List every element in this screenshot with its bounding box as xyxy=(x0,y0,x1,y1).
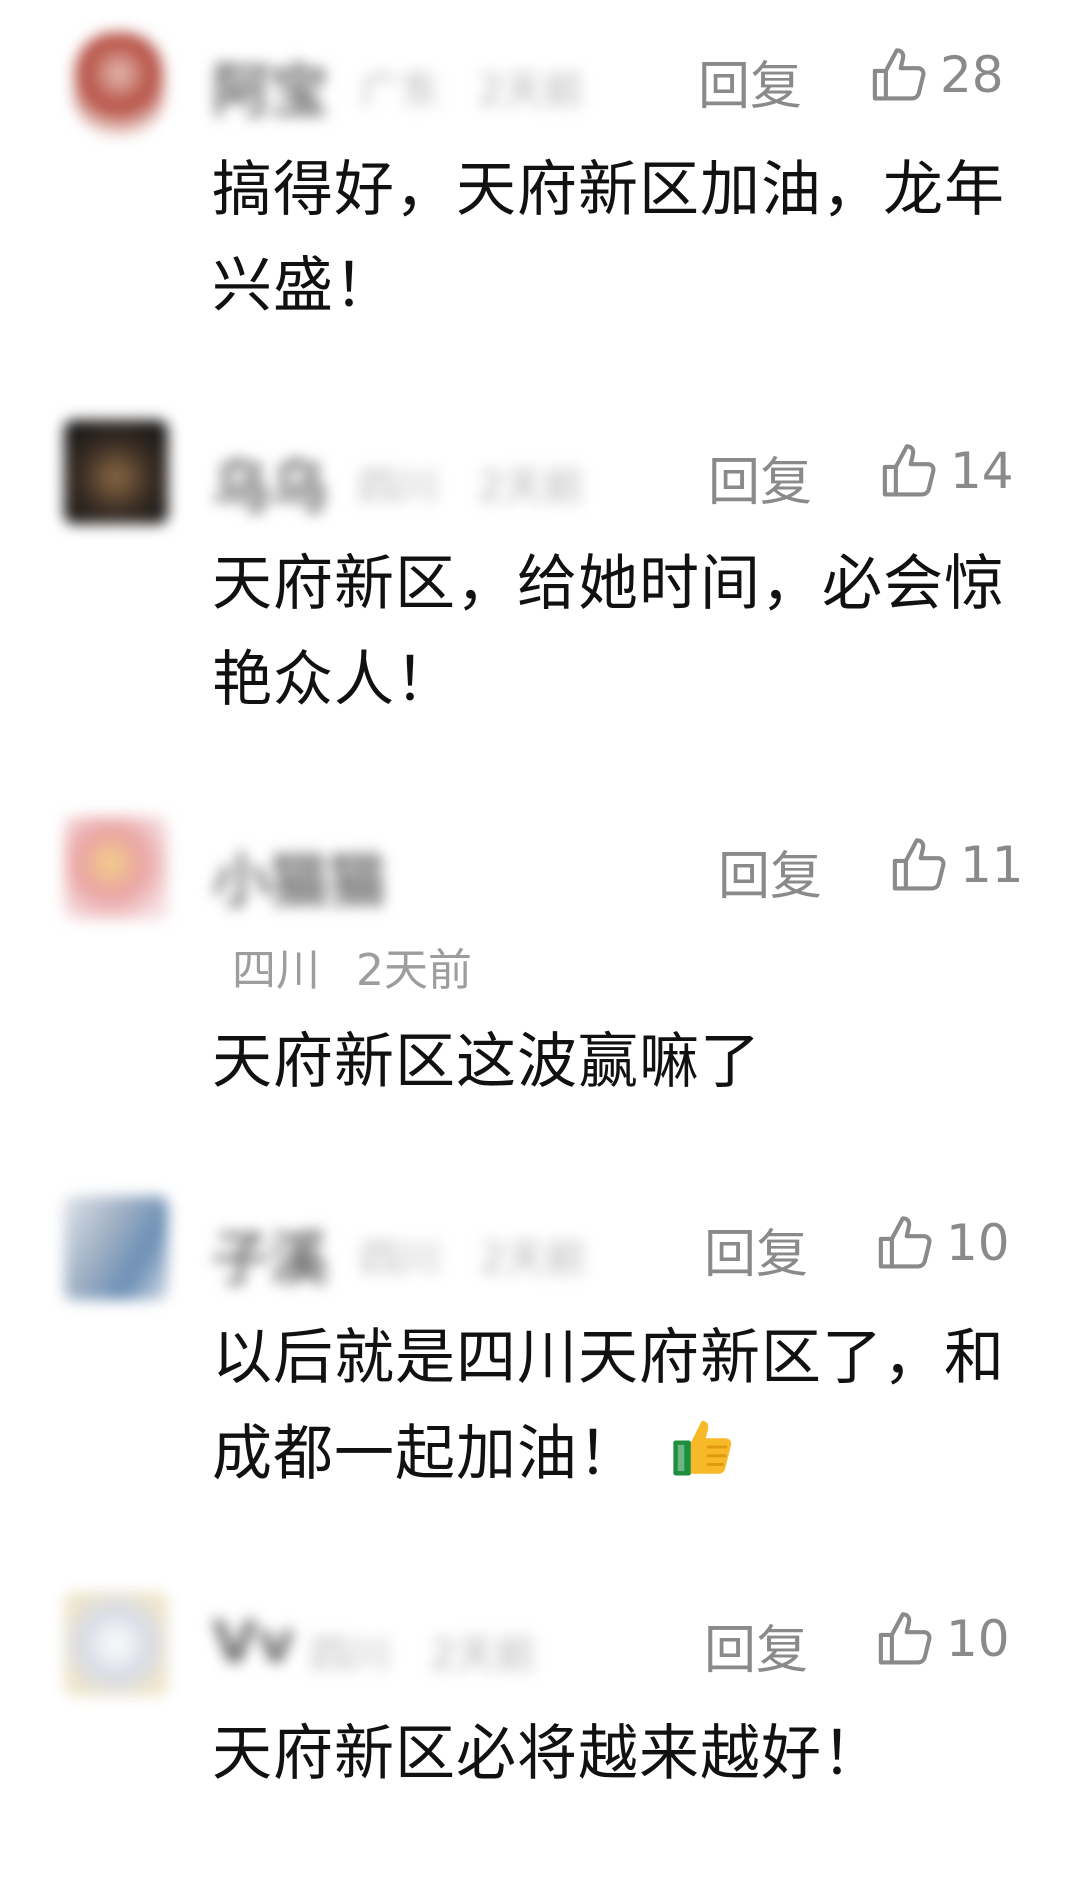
avatar[interactable] xyxy=(64,420,168,524)
like-count: 14 xyxy=(950,442,1014,500)
reply-button[interactable]: 回复 xyxy=(704,1608,808,1683)
username[interactable]: 阿宝 xyxy=(212,44,328,128)
username[interactable]: 乌乌 xyxy=(212,440,328,524)
thumbs-up-outline-icon xyxy=(878,1612,932,1665)
location-label: 四川 xyxy=(358,464,438,510)
comment-text: 天府新区必将越来越好！ xyxy=(212,1719,883,1789)
like-count: 10 xyxy=(946,1610,1010,1668)
timestamp: 2天前 xyxy=(478,464,584,510)
thumbs-up-outline-icon xyxy=(878,1216,932,1269)
username[interactable]: 小猫猫 xyxy=(212,834,386,918)
location-label: 四川 xyxy=(360,1236,440,1282)
like-count: 11 xyxy=(960,836,1024,894)
thumbs-up-outline-icon xyxy=(882,444,936,497)
like-button[interactable]: 10 xyxy=(874,1210,1010,1276)
location-label: 四川 xyxy=(232,945,320,996)
avatar[interactable] xyxy=(64,816,168,920)
avatar[interactable] xyxy=(74,32,164,136)
like-button[interactable]: 11 xyxy=(888,832,1024,898)
comment-text: 天府新区，给她时间，必会惊艳众人！ xyxy=(212,549,1005,715)
location-label: 广东 xyxy=(360,68,440,114)
comment-text: 搞得好，天府新区加油，龙年兴盛！ xyxy=(212,155,1005,321)
avatar[interactable] xyxy=(64,1196,168,1300)
comment-text-content: 以后就是四川天府新区了，和成都一起加油！ xyxy=(212,1323,1005,1489)
thumbs-up-outline-icon xyxy=(892,838,946,891)
reply-button[interactable]: 回复 xyxy=(708,440,812,515)
comment-text: 以后就是四川天府新区了，和成都一起加油！ xyxy=(212,1310,1012,1502)
like-count: 10 xyxy=(946,1214,1010,1272)
location-label: 四川 xyxy=(310,1632,390,1678)
timestamp: 2天前 xyxy=(430,1632,536,1678)
reply-button[interactable]: 回复 xyxy=(698,44,802,119)
thumbs-up-outline-icon xyxy=(872,48,926,101)
timestamp: 2天前 xyxy=(356,945,472,996)
reply-button[interactable]: 回复 xyxy=(704,1212,808,1287)
username[interactable]: Vv xyxy=(212,1608,295,1676)
avatar[interactable] xyxy=(64,1592,168,1696)
thumbs-up-emoji xyxy=(673,1420,732,1476)
reply-button[interactable]: 回复 xyxy=(718,834,822,909)
like-button[interactable]: 14 xyxy=(878,438,1014,504)
timestamp: 2天前 xyxy=(480,1236,586,1282)
like-button[interactable]: 28 xyxy=(868,42,1004,108)
like-count: 28 xyxy=(940,46,1004,104)
timestamp: 2天前 xyxy=(478,68,584,114)
like-button[interactable]: 10 xyxy=(874,1606,1010,1672)
comment-text: 天府新区这波赢嘛了 xyxy=(212,1027,761,1097)
username[interactable]: 子溪 xyxy=(212,1212,328,1296)
